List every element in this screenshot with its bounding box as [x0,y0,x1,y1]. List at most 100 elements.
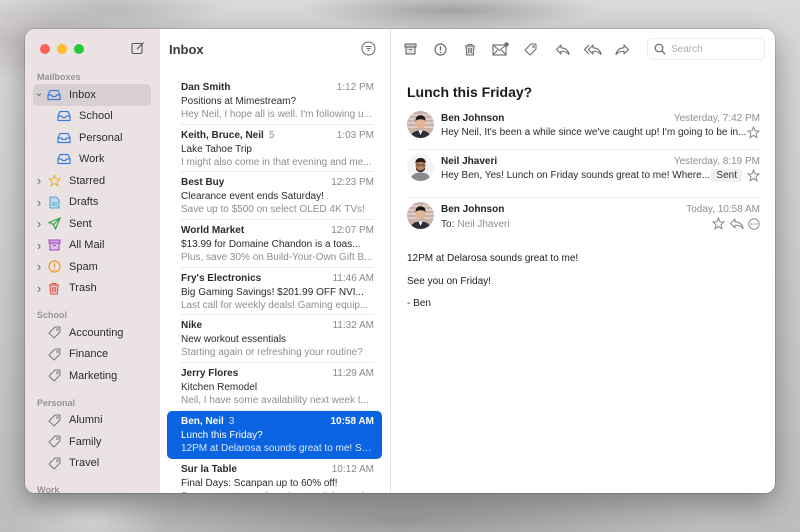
message-time: 12:23 PM [331,177,374,189]
message-list-item[interactable]: Keith, Bruce, Neil 5 1:03 PM Lake Tahoe Tri… [167,125,382,173]
sidebar-item-label: Family [69,435,102,448]
mark-unread-button[interactable] [491,40,509,58]
message-preview: Plus, save 30% on Build-Your-Own Gift B.… [181,252,373,264]
inbox-icon [46,88,62,102]
close-window-button[interactable] [40,44,50,54]
sidebar-item-work[interactable]: Work [25,149,160,171]
message-list-item[interactable]: Jerry Flores 11:29 AM Kitchen Remodel Neil,… [167,363,382,411]
list-title: Inbox [169,41,204,57]
chevron-down-icon[interactable]: ⌄ [34,86,44,99]
archive-icon [403,43,417,55]
message-preview: Last call for weekly deals! Gaming equip… [181,299,369,311]
thread-count: 5 [268,129,275,141]
message-list-item[interactable]: Ben, Neil 3 10:58 AM Lunch this Friday? 12PM… [167,410,382,459]
reply-message-button[interactable] [729,217,744,235]
sidebar-item-spam[interactable]: › Spam [25,256,160,278]
more-button[interactable] [748,217,760,235]
sidebar-item-label: Starred [69,174,106,187]
chevron-right-icon[interactable]: › [34,259,44,274]
inbox-icon [56,131,72,145]
filter-button[interactable] [361,41,376,56]
message-sender: Sur la Table [181,463,237,475]
toolbar [401,40,631,58]
sidebar-item-school[interactable]: School [25,106,160,128]
spam-button[interactable] [431,40,449,58]
sidebar-label-alumni[interactable]: Alumni [25,410,160,432]
sidebar-item-personal[interactable]: Personal [25,127,160,149]
message-list-item[interactable]: Nike 11:32 AM New workout essentials Starti… [167,315,382,363]
message-sender: Best Buy [181,177,225,189]
sidebar-label-travel[interactable]: Travel [25,453,160,475]
sent-badge: Sent [711,169,742,182]
search-input[interactable] [671,43,751,55]
label-button[interactable] [521,40,539,58]
message-date: Yesterday, 8:19 PM [673,156,760,167]
star-icon [46,174,62,188]
sidebar-label-accounting[interactable]: Accounting [25,322,160,344]
sidebar-item-inbox[interactable]: ⌄ Inbox [33,84,151,106]
message-time: 11:29 AM [332,368,374,380]
mailboxes-section-label: Mailboxes [37,72,81,82]
sidebar-item-sent[interactable]: › Sent [25,213,160,235]
chevron-right-icon[interactable]: › [34,173,44,188]
message-preview: Save up to $500 on select OLED 4K TVs! [181,204,365,216]
message-subject: Positions at Mimestream? [181,96,297,107]
archive-button[interactable] [401,40,419,58]
sidebar-item-label: Drafts [69,196,99,209]
sidebar-label-finance[interactable]: Finance [25,344,160,366]
delete-button[interactable] [461,40,479,58]
reply-button[interactable] [553,40,571,58]
archive-icon [46,238,62,252]
message-list-item[interactable]: Fry's Electronics 11:46 AM Big Gaming Savi… [167,268,382,316]
message-list: Dan Smith 1:12 PM Positions at Mimestream?… [167,77,382,493]
minimize-window-button[interactable] [57,44,67,54]
star-button[interactable] [711,216,726,235]
message-subject: $13.99 for Domaine Chandon is a toas... [181,239,361,251]
message-list-item[interactable]: Best Buy 12:23 PM Clearance event ends Sat… [167,172,382,220]
zoom-window-button[interactable] [74,44,84,54]
recipient-line: To: Neil Jhaveri [441,219,510,230]
message-preview: 12PM at Delarosa sounds great to me! Se.… [181,442,374,454]
reply-all-button[interactable] [583,40,602,58]
label-groups: School Accounting Finance Marketing Personal… [25,299,160,493]
message-date: Today, 10:58 AM [686,204,760,215]
chevron-right-icon[interactable]: › [34,281,44,296]
paper-plane-icon [46,217,62,231]
sidebar-item-label: Inbox [69,88,96,101]
sidebar-label-marketing[interactable]: Marketing [25,365,160,387]
message-body: 12PM at Delarosa sounds great to me! See… [407,253,578,321]
sender-name: Ben Johnson [441,113,505,124]
sidebar-item-drafts[interactable]: › Drafts [25,192,160,214]
tag-icon [46,369,62,383]
sidebar-item-label: Finance [69,348,109,361]
sender-name: Neil Jhaveri [441,156,498,167]
thread-message[interactable]: Ben Johnson Yesterday, 7:42 PM Hey Neil, I… [407,107,761,150]
sidebar-label-family[interactable]: Family [25,431,160,453]
message-preview: Hey Neil, I hope all is well. I'm follow… [181,109,372,120]
message-list-item[interactable]: World Market 12:07 PM $13.99 for Domaine C… [167,220,382,268]
message-time: 12:07 PM [331,225,374,237]
thread-message[interactable]: Ben Johnson Today, 10:58 AM To: Neil Jhaver… [407,198,760,243]
sidebar-item-starred[interactable]: › Starred [25,170,160,192]
search-icon [654,43,666,55]
thread-message[interactable]: Neil Jhaveri Yesterday, 8:19 PM Hey Ben, Y… [407,150,761,198]
message-preview: I might also come in that evening and me… [181,156,372,168]
sidebar-item-trash[interactable]: › Trash [25,278,160,300]
message-list-item[interactable]: Dan Smith 1:12 PM Positions at Mimestream?… [167,77,382,125]
body-paragraph: - Ben [407,298,431,309]
message-list-item[interactable]: Sur la Table 10:12 AM Final Days: Scanpan … [167,459,382,494]
message-date: Yesterday, 7:42 PM [673,113,760,124]
chevron-right-icon[interactable]: › [34,238,44,253]
forward-icon [614,43,630,56]
avatar [407,202,434,229]
message-actions [711,216,760,235]
chevron-right-icon[interactable]: › [34,195,44,210]
chevron-right-icon[interactable]: › [34,216,44,231]
star-button[interactable] [746,125,761,144]
forward-button[interactable] [613,40,631,58]
mailbox-list: ⌄ Inbox School Personal Work › Starred › Drafts ›… [25,84,160,299]
search-field[interactable] [647,38,765,60]
sidebar-item-all-mail[interactable]: › All Mail [25,235,160,257]
star-button[interactable] [746,168,761,187]
compose-button[interactable] [131,41,145,55]
